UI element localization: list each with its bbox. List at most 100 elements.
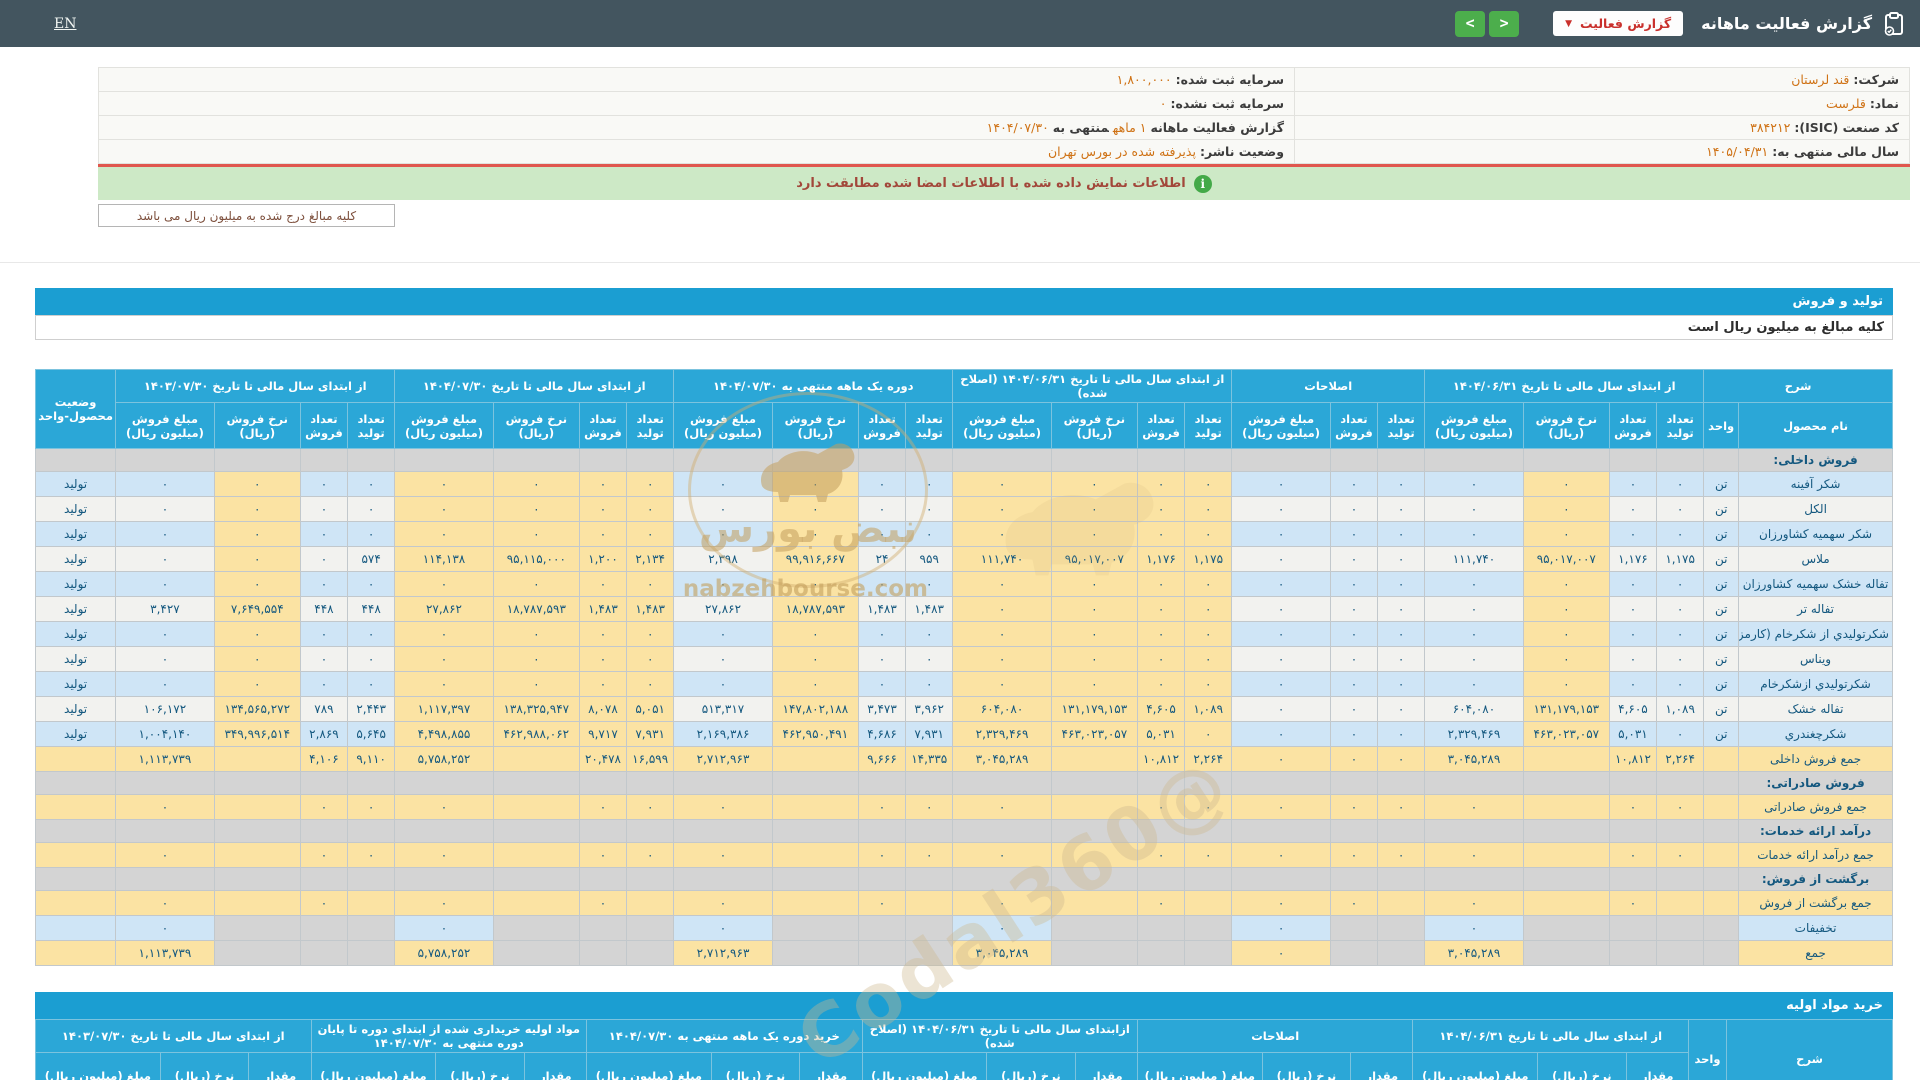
value-cell: [1050, 890, 1138, 916]
value-cell: ۰: [1377, 794, 1426, 820]
value-cell: ۰: [492, 621, 580, 647]
next-report-button[interactable]: >: [1455, 10, 1486, 37]
value-cell: ۱,۰۸۹: [1184, 696, 1233, 722]
value-cell: ۰: [1329, 521, 1379, 547]
raw-material-purchase-band: خرید مواد اولیه: [35, 992, 1893, 1019]
value-cell: ۰: [626, 794, 675, 820]
cell: [673, 819, 773, 843]
value-cell: [1608, 940, 1658, 966]
cell: [1377, 819, 1426, 843]
value-cell: ۷,۹۳۱: [905, 721, 954, 747]
cell: [857, 448, 907, 472]
cell: [1231, 448, 1331, 472]
value-cell: ۲,۳۲۹,۴۶۹: [952, 721, 1052, 747]
product-name-cell: شکرچغندري: [1738, 721, 1893, 747]
value-cell: [492, 794, 580, 820]
value-cell: ۰: [626, 646, 675, 672]
value-cell: ۲,۳۲۹,۴۶۹: [1424, 721, 1524, 747]
header-sharh: شرح: [1703, 369, 1893, 403]
value-cell: ۰: [394, 571, 494, 597]
value-cell: ۰: [1608, 521, 1658, 547]
header-subcolumn: مبلغ ( میلیون ریال): [1136, 1052, 1263, 1080]
value-cell: ۰: [299, 890, 349, 916]
section-label: فروش صادراتی:: [1738, 771, 1893, 795]
value-cell: ۰: [1329, 794, 1379, 820]
value-cell: ۰: [213, 646, 301, 672]
value-cell: ۰: [952, 890, 1052, 916]
value-cell: ۰: [1184, 842, 1233, 868]
value-cell: ۴,۴۹۸,۸۵۵: [394, 721, 494, 747]
header-subcolumn: مبلغ فروش (میلیون ریال): [1231, 402, 1331, 449]
cell: [857, 819, 907, 843]
cell: [1656, 867, 1705, 891]
value-cell: ۰: [857, 496, 907, 522]
cell: [1656, 448, 1705, 472]
value-cell: ۰: [952, 794, 1052, 820]
cell: [1136, 771, 1186, 795]
page-title: گزارش فعالیت ماهانه: [1701, 14, 1872, 33]
value-cell: ۰: [905, 671, 954, 697]
language-toggle-en[interactable]: EN: [54, 16, 76, 32]
unit-cell: [1703, 915, 1740, 941]
purchase-table-wrap: شرح واحد از ابتدای سال مالی تا تاریخ ۱۴۰۴/…: [35, 1019, 1893, 1080]
report-type-button[interactable]: گزارش فعالیت ▼: [1553, 11, 1684, 36]
value-cell: ۰: [299, 621, 349, 647]
value-cell: ۵۱۳,۳۱۷: [673, 696, 773, 722]
value-cell: ۶۰۴,۰۸۰: [1424, 696, 1524, 722]
cell: [1424, 771, 1524, 795]
prev-report-button[interactable]: <: [1489, 10, 1520, 37]
production-sales-table: شرح از ابتدای سال مالی تا تاریخ ۱۴۰۴/۰۶/۳…: [34, 369, 1893, 966]
unit-cell: تن: [1703, 646, 1740, 672]
product-name-cell: جمع برگشت از فروش: [1738, 890, 1893, 916]
header-subcolumn: مبلغ (میلیون ریال): [310, 1052, 437, 1080]
cell: [1329, 819, 1379, 843]
value-cell: ۰: [578, 521, 628, 547]
value-cell: [1522, 746, 1610, 772]
product-name-cell: شکرتولیدي ازشکرخام: [1738, 671, 1893, 697]
value-cell: ۰: [347, 521, 396, 547]
value-cell: ۰: [1608, 471, 1658, 497]
cell: [34, 819, 117, 843]
value-cell: [492, 842, 580, 868]
value-cell: ۰: [394, 794, 494, 820]
value-cell: ۰: [952, 646, 1052, 672]
header-subcolumn: نرخ فروش (ریال): [771, 402, 859, 449]
value-cell: [347, 915, 396, 941]
value-cell: ۰: [857, 471, 907, 497]
header-subcolumn: نرخ (ریال): [986, 1052, 1076, 1080]
cell: [952, 867, 1052, 891]
value-cell: ۰: [952, 842, 1052, 868]
cell: [115, 867, 215, 891]
header-period-group: اصلاحات: [1231, 369, 1426, 403]
value-cell: ۰: [115, 571, 215, 597]
value-cell: ۰: [1424, 915, 1524, 941]
value-cell: ۰: [394, 842, 494, 868]
value-cell: ۳,۹۶۲: [905, 696, 954, 722]
cell: [952, 448, 1052, 472]
value-cell: ۰: [492, 496, 580, 522]
cell: [115, 771, 215, 795]
header-period-group: از ابتدای سال مالی تا تاریخ ۱۴۰۴/۰۶/۳۱: [1412, 1019, 1689, 1053]
value-cell: ۰: [626, 496, 675, 522]
cell: [1377, 867, 1426, 891]
header-period-group: از ابتدای سال مالی تا تاریخ ۱۴۰۴/۰۶/۳۱ (…: [952, 369, 1233, 403]
value-cell: ۰: [347, 646, 396, 672]
info-row: نماد:قلرست سرمایه ثبت نشده:۰: [98, 91, 1910, 116]
header-subcolumn: تعداد تولید: [626, 402, 675, 449]
table-row: جمع ۳,۰۴۵,۲۸۹ ۰ ۳,۰۴۵,۲۸۹ ۲,۷۱۲,۹۶۳ ۵,۷۵۸,۲۵۲…: [34, 940, 1893, 966]
value-cell: ۰: [115, 496, 215, 522]
value-cell: ۰: [673, 471, 773, 497]
value-cell: ۰: [1184, 471, 1233, 497]
value-cell: [578, 915, 628, 941]
value-cell: ۱۳۴,۵۶۵,۲۷۲: [213, 696, 301, 722]
info-value: ۱ ماهه: [1112, 120, 1147, 135]
table-row: شکر سهمیه کشاورزان تن ۰ ۰ ۰ ۰ ۰ ۰ ۰ ۰ ۰ ۰ ۰ ۰ ۰ ۰ ۰ ۰ ۰ ۰ ۰ ۰…: [34, 521, 1893, 547]
value-cell: ۰: [115, 646, 215, 672]
status-cell: تولید: [34, 471, 117, 497]
value-cell: ۰: [1231, 671, 1331, 697]
value-cell: ۰: [857, 621, 907, 647]
value-cell: ۰: [1231, 940, 1331, 966]
cell: [492, 448, 580, 472]
status-cell: [34, 746, 117, 772]
header-period-group: از ابتدای سال مالی تا تاریخ ۱۴۰۳/۰۷/۳۰: [115, 369, 396, 403]
